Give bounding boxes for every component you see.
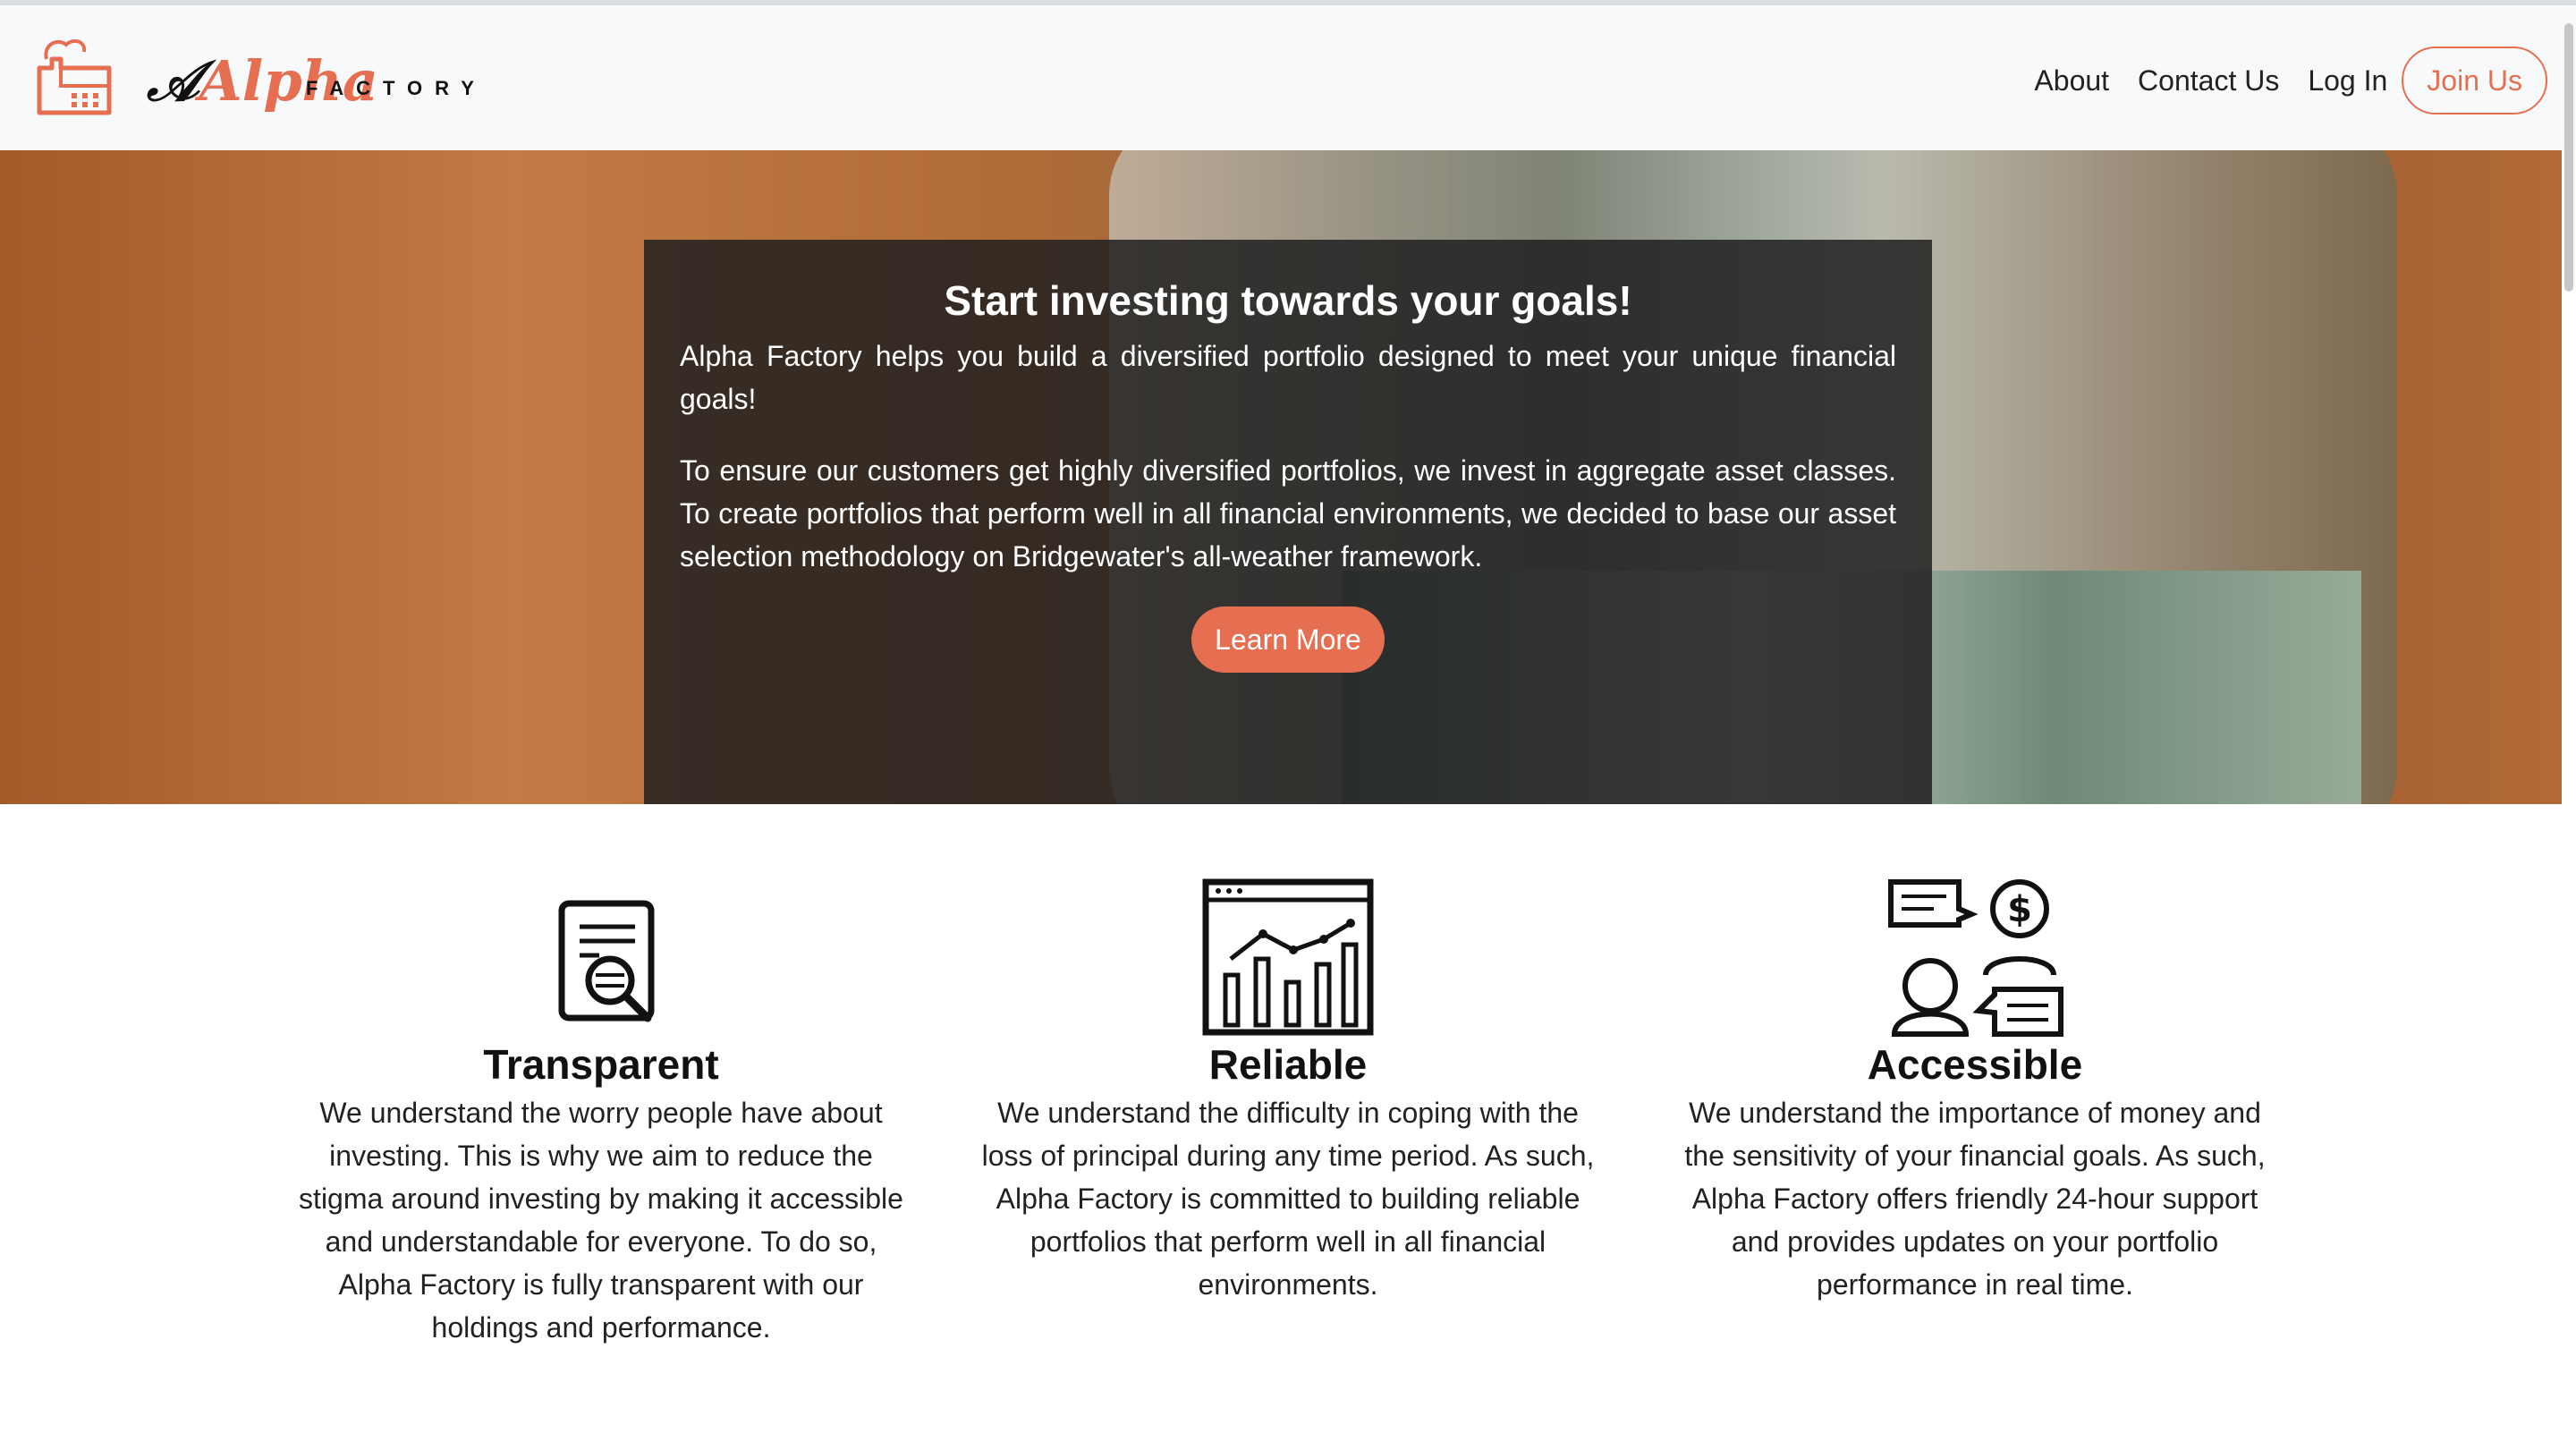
hero-title: Start investing towards your goals!	[944, 277, 1632, 324]
feature-title: Transparent	[483, 1041, 719, 1088]
feature-transparent: Transparent We understand the worry peop…	[279, 877, 923, 1349]
learn-more-button[interactable]: Learn More	[1191, 606, 1385, 673]
factory-icon[interactable]	[34, 32, 114, 118]
features-section: Transparent We understand the worry peop…	[0, 877, 2562, 1431]
nav-links: About Contact Us Log In Join Us	[2005, 45, 2547, 116]
feature-text: We understand the worry people have abou…	[299, 1097, 903, 1344]
support-chat-icon: $	[1888, 879, 2063, 1037]
hero-paragraph-2: To ensure our customers get highly diver…	[680, 454, 1896, 572]
hero-paragraph-1: Alpha Factory helps you build a diversif…	[680, 340, 1896, 415]
svg-text:$: $	[2007, 889, 2032, 930]
hero-banner: Start investing towards your goals! Alph…	[0, 150, 2562, 804]
navbar: 𝒜Alpha FACTORY About Contact Us Log In J…	[0, 5, 2576, 150]
join-us-button[interactable]: Join Us	[2402, 47, 2547, 114]
feature-title: Accessible	[1867, 1041, 2083, 1088]
nav-about-link[interactable]: About	[2034, 64, 2109, 98]
feature-reliable: Reliable We understand the difficulty in…	[966, 877, 1610, 1306]
hero-card: Start investing towards your goals! Alph…	[644, 240, 1932, 804]
bar-chart-icon	[1202, 878, 1374, 1036]
nav-login-link[interactable]: Log In	[2308, 64, 2387, 98]
feature-title: Reliable	[1208, 1041, 1368, 1088]
scrollbar-thumb[interactable]	[2564, 23, 2573, 292]
feature-accessible: $ Accessible We understand the importanc…	[1653, 877, 2297, 1306]
feature-text: We understand the importance of money an…	[1684, 1097, 2266, 1301]
brand-logo-factory: FACTORY	[306, 77, 487, 99]
feature-text: We understand the difficulty in coping w…	[981, 1097, 1595, 1301]
document-search-icon	[558, 900, 655, 1022]
nav-contact-link[interactable]: Contact Us	[2138, 64, 2279, 98]
vertical-scrollbar[interactable]	[2562, 5, 2576, 1433]
